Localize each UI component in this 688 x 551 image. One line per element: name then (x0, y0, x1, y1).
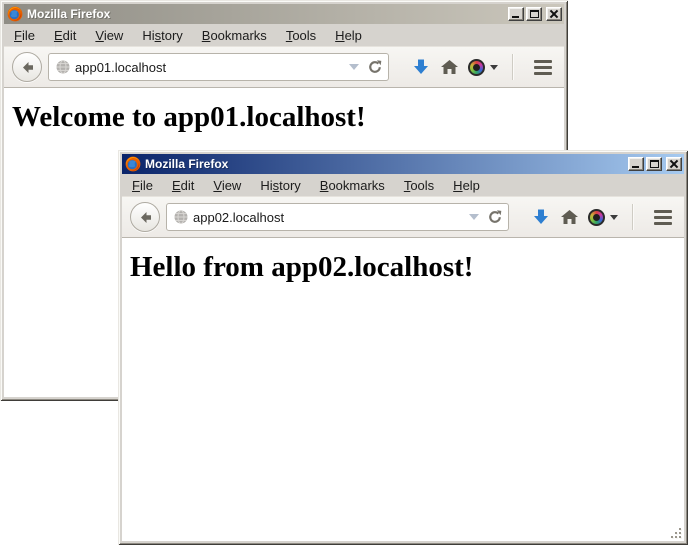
page-content: Hello from app02.localhost! (122, 238, 684, 541)
site-identity-globe-icon (173, 209, 189, 225)
maximize-icon (650, 160, 659, 168)
home-icon (440, 58, 459, 76)
hamburger-menu-icon (654, 210, 672, 213)
urlbar-history-dropdown-icon[interactable] (349, 64, 359, 70)
menu-view[interactable]: View (207, 176, 247, 195)
caret-down-icon (490, 65, 498, 70)
menu-history[interactable]: History (136, 26, 188, 45)
hamburger-menu-icon (534, 60, 552, 63)
back-button[interactable] (130, 202, 160, 232)
download-icon (411, 57, 431, 77)
reload-icon (367, 59, 383, 75)
titlebar[interactable]: Mozilla Firefox (122, 154, 684, 174)
firefox-icon (7, 6, 23, 22)
menu-hamburger-button[interactable] (534, 60, 552, 75)
menu-bookmarks[interactable]: Bookmarks (314, 176, 391, 195)
close-button[interactable] (666, 157, 682, 171)
navigation-toolbar (4, 46, 564, 88)
page-heading: Welcome to app01.localhost! (12, 101, 564, 134)
menu-hamburger-button[interactable] (654, 210, 672, 225)
page-heading: Hello from app02.localhost! (130, 251, 684, 284)
menu-view[interactable]: View (89, 26, 129, 45)
home-icon (560, 208, 579, 226)
addon-color-wheel-icon (468, 59, 485, 76)
reload-button[interactable] (367, 59, 383, 75)
menu-bar: File Edit View History Bookmarks Tools H… (4, 24, 564, 46)
url-bar[interactable] (48, 53, 389, 81)
menu-file[interactable]: File (8, 26, 41, 45)
url-bar[interactable] (166, 203, 509, 231)
menu-bookmarks[interactable]: Bookmarks (196, 26, 273, 45)
reload-button[interactable] (487, 209, 503, 225)
resize-grip[interactable] (670, 527, 683, 540)
close-icon (547, 8, 561, 20)
maximize-icon (530, 10, 539, 18)
back-icon (19, 59, 36, 76)
toolbar-separator (512, 54, 513, 80)
close-icon (667, 158, 681, 170)
toolbar-separator (632, 204, 633, 230)
maximize-button[interactable] (646, 157, 662, 171)
menu-history[interactable]: History (254, 176, 306, 195)
addon-color-wheel-button[interactable] (468, 59, 498, 76)
firefox-icon (125, 156, 141, 172)
menu-bar: File Edit View History Bookmarks Tools H… (122, 174, 684, 196)
reload-icon (487, 209, 503, 225)
menu-tools[interactable]: Tools (398, 176, 440, 195)
minimize-button[interactable] (508, 7, 524, 21)
home-button[interactable] (440, 58, 459, 76)
close-button[interactable] (546, 7, 562, 21)
addon-color-wheel-icon (588, 209, 605, 226)
window-title: Mozilla Firefox (27, 7, 110, 21)
browser-window-app02: Mozilla Firefox File Edit View History B… (118, 150, 688, 545)
home-button[interactable] (560, 208, 579, 226)
menu-help[interactable]: Help (447, 176, 486, 195)
download-button[interactable] (531, 207, 551, 227)
maximize-button[interactable] (526, 7, 542, 21)
window-controls (628, 157, 682, 171)
caret-down-icon (610, 215, 618, 220)
url-input[interactable] (71, 60, 345, 75)
window-title: Mozilla Firefox (145, 157, 228, 171)
minimize-icon (512, 16, 519, 18)
menu-edit[interactable]: Edit (166, 176, 200, 195)
download-icon (531, 207, 551, 227)
menu-help[interactable]: Help (329, 26, 368, 45)
download-button[interactable] (411, 57, 431, 77)
window-controls (508, 7, 562, 21)
back-icon (137, 209, 154, 226)
url-input[interactable] (189, 210, 465, 225)
back-button[interactable] (12, 52, 42, 82)
site-identity-globe-icon (55, 59, 71, 75)
minimize-button[interactable] (628, 157, 644, 171)
navigation-toolbar (122, 196, 684, 238)
addon-color-wheel-button[interactable] (588, 209, 618, 226)
minimize-icon (632, 166, 639, 168)
menu-tools[interactable]: Tools (280, 26, 322, 45)
titlebar[interactable]: Mozilla Firefox (4, 4, 564, 24)
menu-edit[interactable]: Edit (48, 26, 82, 45)
menu-file[interactable]: File (126, 176, 159, 195)
urlbar-history-dropdown-icon[interactable] (469, 214, 479, 220)
